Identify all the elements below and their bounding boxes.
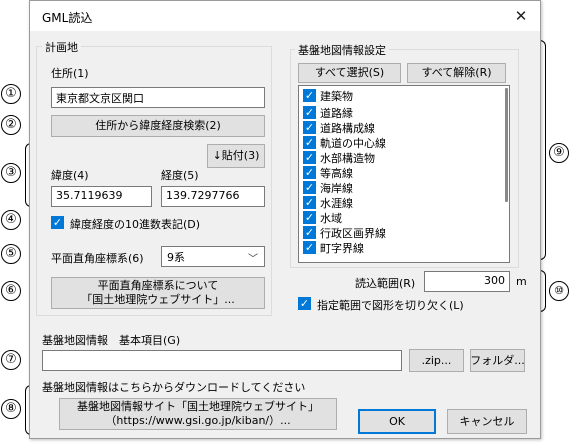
layer-checkbox[interactable]: ✓ xyxy=(303,89,316,102)
coord-system-about-button[interactable]: 平面直角座標系について 「国土地理院ウェブサイト」... xyxy=(51,277,265,309)
longitude-label: 経度(5) xyxy=(161,169,199,182)
layer-checkbox[interactable]: ✓ xyxy=(303,166,316,179)
layer-list[interactable]: ✓ 建築物 ✓ 道路縁 ✓ 道路構成線 ✓ 軌道の中心線 ✓ 水部構造物 ✓ 等高線 ✓ 海岸… xyxy=(298,85,510,263)
address-search-button[interactable]: 住所から緯度経度検索(2) xyxy=(51,115,265,137)
clip-checkbox[interactable]: ✓ xyxy=(298,297,311,310)
layer-checkbox[interactable]: ✓ xyxy=(303,241,316,254)
close-icon[interactable]: ✕ xyxy=(508,5,534,27)
address-input[interactable]: 東京都文京区関口 xyxy=(51,87,265,108)
select-all-button[interactable]: すべて選択(S) xyxy=(298,63,401,83)
about-button-line1: 平面直角座標系について xyxy=(97,279,219,292)
address-label: 住所(1) xyxy=(51,67,89,80)
coord-system-value: 9系 xyxy=(167,251,185,264)
layer-checkbox[interactable]: ✓ xyxy=(303,121,316,134)
read-range-label: 読込範囲(R) xyxy=(355,277,416,290)
layer-checkbox[interactable]: ✓ xyxy=(303,226,316,239)
layer-checkbox[interactable]: ✓ xyxy=(303,106,316,119)
callout-7: ⑦ xyxy=(1,350,21,370)
coord-system-select[interactable]: 9系 ﹀ xyxy=(161,246,265,267)
coord-system-label: 平面直角座標系(6) xyxy=(51,252,144,265)
callout-1: ① xyxy=(1,84,21,104)
callout-6: ⑥ xyxy=(1,281,21,301)
callout-3: ③ xyxy=(1,163,21,183)
location-group-title: 計画地 xyxy=(42,39,81,55)
layer-checkbox[interactable]: ✓ xyxy=(303,211,316,224)
callout-2: ② xyxy=(1,115,21,135)
latitude-input[interactable]: 35.7119639 xyxy=(51,186,152,207)
callout-9: ⑨ xyxy=(549,143,569,163)
folder-browse-button[interactable]: フォルダ... xyxy=(470,349,525,372)
zip-browse-button[interactable]: .zip... xyxy=(409,349,464,372)
layer-checkbox[interactable]: ✓ xyxy=(303,136,316,149)
deselect-all-button[interactable]: すべて解除(R) xyxy=(407,63,506,83)
clip-checkbox-label: 指定範囲で図形を切り欠く(L) xyxy=(317,299,464,312)
layer-checkbox[interactable]: ✓ xyxy=(303,151,316,164)
gml-path-input[interactable] xyxy=(42,350,402,371)
read-range-input[interactable]: 300 xyxy=(424,271,510,292)
title-bar: GML読込 ✕ xyxy=(30,1,540,31)
callout-4: ④ xyxy=(1,210,21,230)
about-button-line2: 「国土地理院ウェブサイト」... xyxy=(81,293,235,306)
download-label: 基盤地図情報はこちらからダウンロードしてください xyxy=(42,381,306,394)
ok-button[interactable]: OK xyxy=(358,409,436,434)
site-button-line1: 基盤地図情報サイト「国土地理院ウェブサイト」 xyxy=(77,400,319,413)
layer-checkbox[interactable]: ✓ xyxy=(303,196,316,209)
cancel-button[interactable]: キャンセル xyxy=(447,409,527,434)
gml-import-dialog: GML読込 ✕ 計画地 住所(1) 東京都文京区関口 住所から緯度経度検索(2)… xyxy=(29,0,541,439)
read-range-unit: m xyxy=(516,275,527,288)
layer-checkbox[interactable]: ✓ xyxy=(303,181,316,194)
paste-button[interactable]: ↓貼付(3) xyxy=(207,144,265,168)
basemap-settings-title: 基盤地図情報設定 xyxy=(295,42,389,58)
decimal-notation-checkbox[interactable]: ✓ xyxy=(51,216,64,229)
window-title: GML読込 xyxy=(42,11,93,25)
longitude-input[interactable]: 139.7297766 xyxy=(161,186,265,207)
list-scrollbar[interactable] xyxy=(505,88,508,202)
download-site-button[interactable]: 基盤地図情報サイト「国土地理院ウェブサイト」 （https://www.gsi.… xyxy=(59,398,337,430)
callout-5: ⑤ xyxy=(1,244,21,264)
site-button-line2: （https://www.gsi.go.jp/kiban/）... xyxy=(105,414,291,427)
chevron-down-icon: ﹀ xyxy=(248,254,258,265)
basic-items-label: 基盤地図情報 基本項目(G) xyxy=(42,334,181,347)
latitude-label: 緯度(4) xyxy=(51,169,89,182)
callout-8: ⑧ xyxy=(1,399,21,419)
callout-10: ⑩ xyxy=(549,281,569,301)
decimal-notation-label: 緯度経度の10進数表記(D) xyxy=(70,218,201,231)
